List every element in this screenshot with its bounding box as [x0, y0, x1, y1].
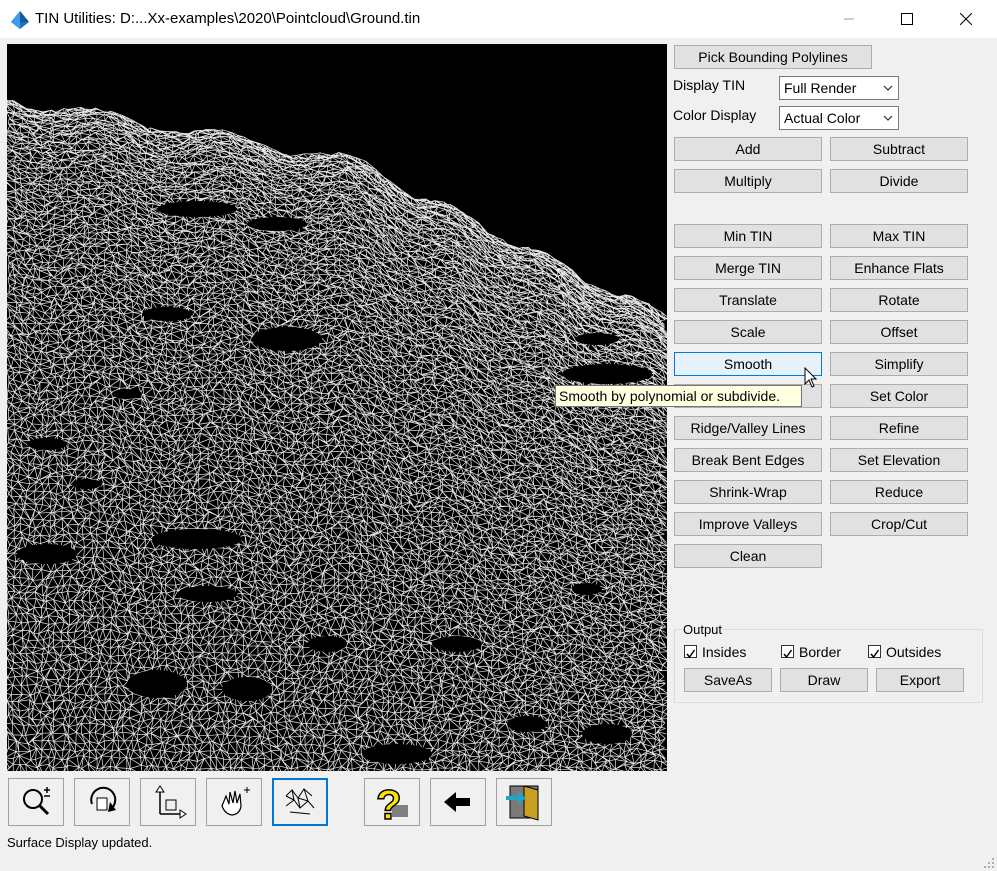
mesh-hole	[127, 670, 187, 698]
hand-pan-tool-button[interactable]	[206, 778, 262, 826]
svg-text:?: ?	[376, 781, 402, 823]
display-tin-select[interactable]: Full Render	[779, 76, 899, 100]
mesh-hole	[247, 217, 307, 231]
mesh-hole	[362, 744, 432, 764]
color-display-value: Actual Color	[784, 110, 861, 126]
chevron-down-icon	[883, 115, 893, 121]
color-display-label: Color Display	[673, 107, 757, 123]
mouse-pointer-icon	[804, 367, 818, 388]
minimize-button[interactable]	[820, 0, 878, 38]
tin-mesh-render	[7, 99, 667, 771]
status-text: Surface Display updated.	[7, 835, 153, 850]
output-group-label: Output	[682, 622, 724, 637]
mesh-display-tool-button[interactable]	[272, 778, 328, 826]
minimize-icon	[844, 18, 854, 20]
back-tool-button[interactable]	[430, 778, 486, 826]
mesh-hole	[582, 724, 632, 744]
exit-door-icon	[506, 785, 539, 821]
crop-cut-button[interactable]: Crop/Cut	[830, 512, 968, 536]
border-checkbox[interactable]	[781, 645, 794, 659]
subtract-button[interactable]: Subtract	[830, 137, 968, 161]
back-arrow-icon	[444, 792, 470, 812]
tooltip: Smooth by polynomial or subdivide.	[555, 385, 802, 407]
color-display-select[interactable]: Actual Color	[779, 106, 899, 130]
mesh-hole	[177, 586, 237, 602]
rotate-button[interactable]: Rotate	[830, 288, 968, 312]
mesh-hole	[142, 307, 192, 321]
pan-axes-icon	[155, 785, 187, 819]
merge-tin-button[interactable]: Merge TIN	[674, 256, 822, 280]
mesh-hole	[72, 479, 102, 489]
mesh-hole	[17, 544, 77, 564]
mesh-display-icon	[285, 788, 315, 815]
smooth-button[interactable]: Smooth	[674, 352, 822, 376]
zoom-icon	[23, 787, 50, 816]
tin-mesh-edges	[7, 99, 667, 771]
rotate-view-icon	[90, 786, 117, 812]
simplify-button[interactable]: Simplify	[830, 352, 968, 376]
set-elevation-button[interactable]: Set Elevation	[830, 448, 968, 472]
mesh-hole	[157, 201, 237, 217]
tin-3d-viewport[interactable]	[7, 44, 667, 771]
display-tin-label: Display TIN	[673, 77, 746, 93]
pick-bounding-polylines-button[interactable]: Pick Bounding Polylines	[674, 45, 872, 69]
enhance-flats-button[interactable]: Enhance Flats	[830, 256, 968, 280]
display-tin-value: Full Render	[784, 80, 857, 96]
help-icon: ?	[375, 781, 408, 823]
mesh-hole	[252, 327, 322, 351]
pan-axes-tool-button[interactable]	[140, 778, 196, 826]
outsides-label: Outsides	[886, 644, 942, 660]
mesh-hole	[27, 438, 67, 450]
multiply-button[interactable]: Multiply	[674, 169, 822, 193]
add-button[interactable]: Add	[674, 137, 822, 161]
min-tin-button[interactable]: Min TIN	[674, 224, 822, 248]
zoom-tool-button[interactable]	[8, 778, 64, 826]
draw-button[interactable]: Draw	[780, 668, 868, 692]
clean-button[interactable]: Clean	[674, 544, 822, 568]
mesh-hole	[507, 716, 547, 732]
help-tool-button[interactable]: ?	[364, 778, 420, 826]
checkmark-icon	[686, 649, 696, 659]
resize-grip-icon[interactable]	[983, 857, 995, 869]
improve-valleys-button[interactable]: Improve Valleys	[674, 512, 822, 536]
mesh-hole	[112, 389, 142, 399]
maximize-icon	[901, 13, 913, 25]
mesh-hole	[307, 636, 347, 652]
insides-label: Insides	[702, 644, 747, 660]
mesh-hole	[222, 677, 272, 701]
set-color-button[interactable]: Set Color	[830, 384, 968, 408]
window-title: TIN Utilities: D:...Xx-examples\2020\Poi…	[35, 10, 421, 27]
checkmark-icon	[870, 649, 880, 659]
checkmark-icon	[783, 649, 793, 659]
outsides-checkbox[interactable]	[868, 645, 881, 659]
exit-tool-button[interactable]	[496, 778, 552, 826]
saveas-button[interactable]: SaveAs	[684, 668, 772, 692]
chevron-down-icon	[883, 85, 893, 91]
reduce-button[interactable]: Reduce	[830, 480, 968, 504]
mesh-hole	[432, 636, 482, 652]
mesh-hole	[575, 333, 619, 345]
refine-button[interactable]: Refine	[830, 416, 968, 440]
mesh-hole	[572, 583, 602, 595]
hand-pan-icon	[221, 787, 250, 816]
divide-button[interactable]: Divide	[830, 169, 968, 193]
translate-button[interactable]: Translate	[674, 288, 822, 312]
tin-pyramid-icon	[11, 11, 29, 29]
close-button[interactable]	[937, 0, 995, 38]
mesh-hole	[152, 529, 242, 549]
ridge-valley-lines-button[interactable]: Ridge/Valley Lines	[674, 416, 822, 440]
mesh-hole	[562, 364, 652, 384]
break-bent-edges-button[interactable]: Break Bent Edges	[674, 448, 822, 472]
maximize-button[interactable]	[878, 0, 936, 38]
close-icon	[960, 13, 972, 25]
scale-button[interactable]: Scale	[674, 320, 822, 344]
shrink-wrap-button[interactable]: Shrink-Wrap	[674, 480, 822, 504]
border-label: Border	[799, 644, 842, 660]
max-tin-button[interactable]: Max TIN	[830, 224, 968, 248]
rotate-view-tool-button[interactable]	[74, 778, 130, 826]
insides-checkbox[interactable]	[684, 645, 697, 659]
export-button[interactable]: Export	[876, 668, 964, 692]
offset-button[interactable]: Offset	[830, 320, 968, 344]
